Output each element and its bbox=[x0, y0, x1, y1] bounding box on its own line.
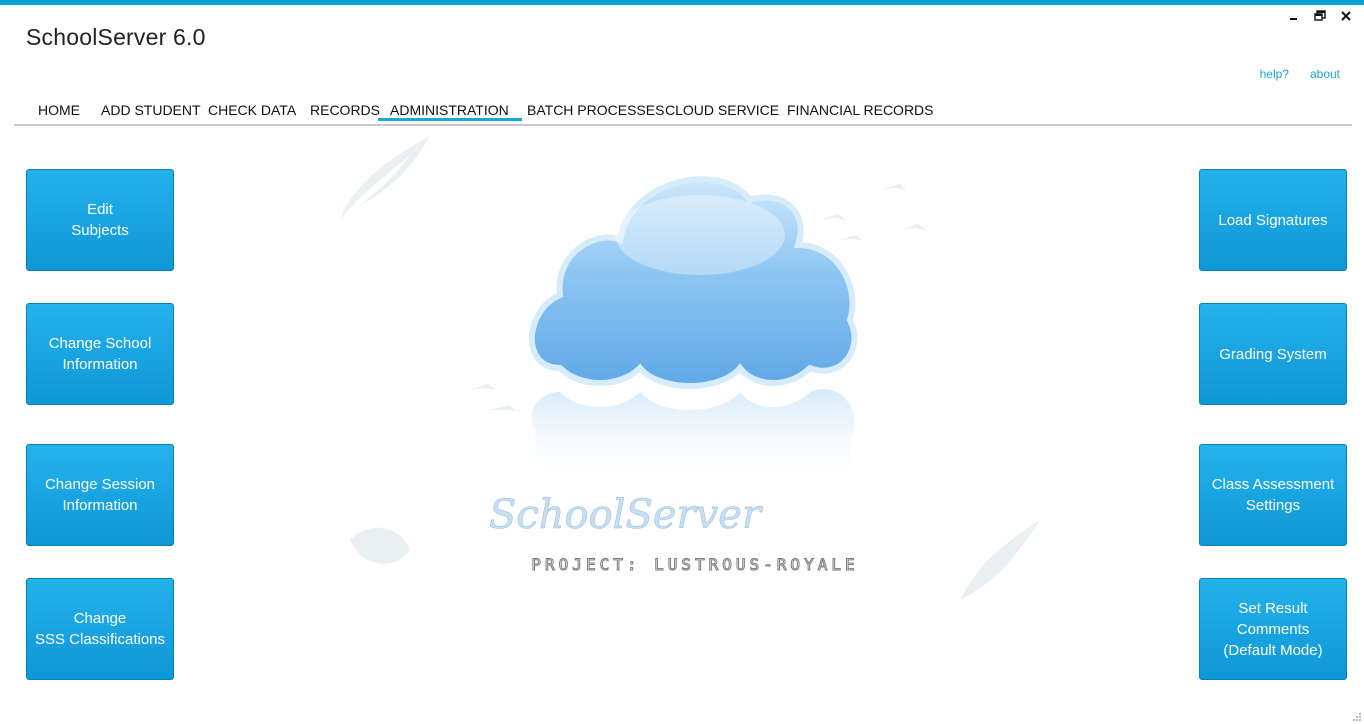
change-school-information-button[interactable]: Change School Information bbox=[26, 303, 174, 405]
app-title: SchoolServer 6.0 bbox=[26, 24, 206, 50]
tab-records[interactable]: RECORDS bbox=[310, 102, 380, 118]
grading-system-label: Grading System bbox=[1219, 345, 1327, 363]
tab-add-student[interactable]: ADD STUDENT bbox=[101, 102, 201, 118]
class-assessment-settings-label: Class Assessment Settings bbox=[1211, 476, 1335, 514]
tab-financial-records[interactable]: FINANCIAL RECORDS bbox=[787, 102, 934, 118]
about-link[interactable]: about bbox=[1310, 67, 1340, 81]
minimize-icon[interactable] bbox=[1286, 8, 1302, 24]
tab-administration[interactable]: ADMINISTRATION bbox=[378, 102, 522, 121]
top-accent-bar bbox=[0, 0, 1364, 5]
class-assessment-settings-button[interactable]: Class Assessment Settings bbox=[1199, 444, 1347, 546]
header-links: help? about bbox=[1260, 67, 1340, 81]
tab-check-data[interactable]: CHECK DATA bbox=[208, 102, 296, 118]
change-sss-classifications-label: Change SSS Classifications bbox=[34, 610, 166, 648]
change-school-information-label: Change School Information bbox=[48, 335, 152, 373]
set-result-comments-label: Set Result Comments (Default Mode) bbox=[1223, 599, 1323, 659]
tab-cloud-service[interactable]: CLOUD SERVICE bbox=[665, 102, 779, 118]
close-icon[interactable] bbox=[1338, 8, 1354, 24]
grading-system-button[interactable]: Grading System bbox=[1199, 303, 1347, 405]
help-link[interactable]: help? bbox=[1260, 67, 1289, 81]
change-session-information-label: Change Session Information bbox=[44, 476, 156, 514]
logo-tagline: PROJECT: LUSTROUS-ROYALE bbox=[531, 555, 858, 574]
load-signatures-label: Load Signatures bbox=[1218, 211, 1328, 229]
restore-icon[interactable] bbox=[1312, 8, 1328, 24]
window-controls bbox=[1286, 8, 1354, 24]
schoolserver-logo: SchoolServer PROJECT: LUSTROUS-ROYALE bbox=[340, 135, 1040, 600]
resize-grip-icon[interactable] bbox=[1352, 712, 1362, 722]
change-session-information-button[interactable]: Change Session Information bbox=[26, 444, 174, 546]
tab-batch-processes[interactable]: BATCH PROCESSES bbox=[527, 102, 664, 118]
tab-home[interactable]: HOME bbox=[38, 102, 80, 118]
set-result-comments-button[interactable]: Set Result Comments (Default Mode) bbox=[1199, 578, 1347, 680]
logo-script-text: SchoolServer bbox=[489, 492, 764, 538]
change-sss-classifications-button[interactable]: Change SSS Classifications bbox=[26, 578, 174, 680]
main-nav: HOME ADD STUDENT CHECK DATA RECORDS ADMI… bbox=[14, 98, 1352, 126]
load-signatures-button[interactable]: Load Signatures bbox=[1199, 169, 1347, 271]
edit-subjects-button[interactable]: Edit Subjects bbox=[26, 169, 174, 271]
edit-subjects-label: Edit Subjects bbox=[71, 201, 129, 239]
